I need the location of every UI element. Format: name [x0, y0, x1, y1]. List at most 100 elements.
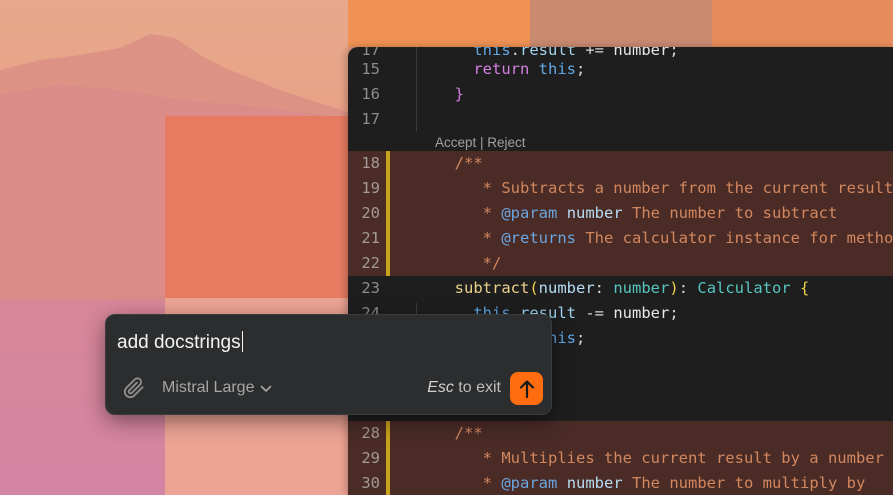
code-text: */: [436, 251, 502, 276]
code-line[interactable]: 21 * @returns The calculator instance fo…: [348, 226, 893, 251]
esc-key-label: Esc: [427, 379, 454, 396]
code-token: subtract: [454, 279, 530, 297]
code-token: {: [800, 279, 810, 297]
line-number: 21: [361, 229, 380, 247]
code-token: }: [454, 85, 465, 103]
code-token: * Multiplies the current result by a num…: [454, 449, 884, 467]
code-token: *: [454, 229, 502, 247]
line-number: 17: [361, 110, 380, 128]
code-editor[interactable]: Accept | Reject 17 this.result += number…: [348, 47, 893, 495]
paperclip-icon[interactable]: [123, 377, 145, 399]
arrow-up-icon: [519, 379, 534, 398]
model-selector[interactable]: Mistral Large: [162, 377, 272, 399]
code-token: this: [538, 60, 576, 78]
code-token: @param: [501, 204, 558, 222]
code-token: ): [669, 279, 679, 297]
code-line[interactable]: 23 subtract(number: number): Calculator …: [348, 276, 893, 301]
change-marker: [386, 201, 390, 226]
prompt-input[interactable]: add docstrings: [117, 331, 243, 354]
code-line[interactable]: 30 * @param number The number to multipl…: [348, 471, 893, 495]
code-token: /**: [454, 424, 483, 442]
code-token: number: [566, 204, 623, 222]
code-line[interactable]: 22 */: [348, 251, 893, 276]
prompt-input-value: add docstrings: [117, 332, 241, 353]
code-token: The number to multiply by: [622, 474, 866, 492]
code-line[interactable]: 19 * Subtracts a number from the current…: [348, 176, 893, 201]
text-caret: [241, 331, 243, 352]
code-token: ;: [669, 304, 679, 322]
chevron-down-icon: [261, 385, 272, 392]
esc-hint: Esc to exit: [427, 377, 501, 399]
code-text: }: [436, 82, 464, 107]
code-token: (: [529, 279, 539, 297]
code-line[interactable]: 15 return this;: [348, 57, 893, 82]
code-text: /**: [436, 421, 483, 446]
line-number: 20: [361, 204, 380, 222]
code-line[interactable]: 18 /**: [348, 151, 893, 176]
code-text: * @param number The number to subtract: [436, 201, 838, 226]
code-line[interactable]: 28 /**: [348, 421, 893, 446]
line-number: 19: [361, 179, 380, 197]
code-text: * Multiplies the current result by a num…: [436, 446, 884, 471]
model-selector-label: Mistral Large: [162, 379, 255, 396]
code-token: :: [594, 279, 614, 297]
code-token: Calculator: [697, 279, 791, 297]
line-number: 18: [361, 154, 380, 172]
send-button[interactable]: [510, 372, 543, 405]
code-token: :: [678, 279, 698, 297]
code-line[interactable]: 29 * Multiplies the current result by a …: [348, 446, 893, 471]
code-token: number: [566, 474, 623, 492]
code-token: */: [454, 254, 502, 272]
code-text: /**: [436, 151, 483, 176]
code-token: @param: [501, 474, 558, 492]
code-line[interactable]: 16 }: [348, 82, 893, 107]
code-text: * @returns The calculator instance for m…: [436, 226, 893, 251]
code-token: ;: [576, 60, 586, 78]
line-number: 22: [361, 254, 380, 272]
code-text: return this;: [436, 57, 585, 82]
code-text: subtract(number: number): Calculator {: [436, 276, 810, 301]
line-number: 29: [361, 449, 380, 467]
code-token: ;: [576, 329, 586, 347]
code-token: The number to subtract: [622, 204, 838, 222]
code-text: * @param number The number to multiply b…: [436, 471, 866, 495]
code-token: number: [538, 279, 595, 297]
change-marker: [386, 226, 390, 251]
code-token: return: [473, 60, 530, 78]
line-number: 15: [361, 60, 380, 78]
code-text: * Subtracts a number from the current re…: [436, 176, 893, 201]
code-token: -=: [576, 304, 614, 322]
change-marker: [386, 251, 390, 276]
code-line[interactable]: 20 * @param number The number to subtrac…: [348, 201, 893, 226]
code-token: number: [613, 304, 670, 322]
code-token: *: [454, 204, 502, 222]
code-token: @returns: [501, 229, 576, 247]
accept-reject-actions[interactable]: Accept | Reject: [435, 133, 526, 153]
code-token: *: [454, 474, 502, 492]
code-line[interactable]: 17: [348, 107, 893, 132]
code-token: /**: [454, 154, 483, 172]
line-number: 28: [361, 424, 380, 442]
change-marker: [386, 176, 390, 201]
change-marker: [386, 151, 390, 176]
code-token: number: [613, 279, 670, 297]
code-token: The calculator instance for method chain…: [585, 229, 893, 247]
code-token: * Subtracts a number from the current re…: [454, 179, 893, 197]
line-number: 30: [361, 474, 380, 492]
line-number: 16: [361, 85, 380, 103]
change-marker: [386, 471, 390, 495]
